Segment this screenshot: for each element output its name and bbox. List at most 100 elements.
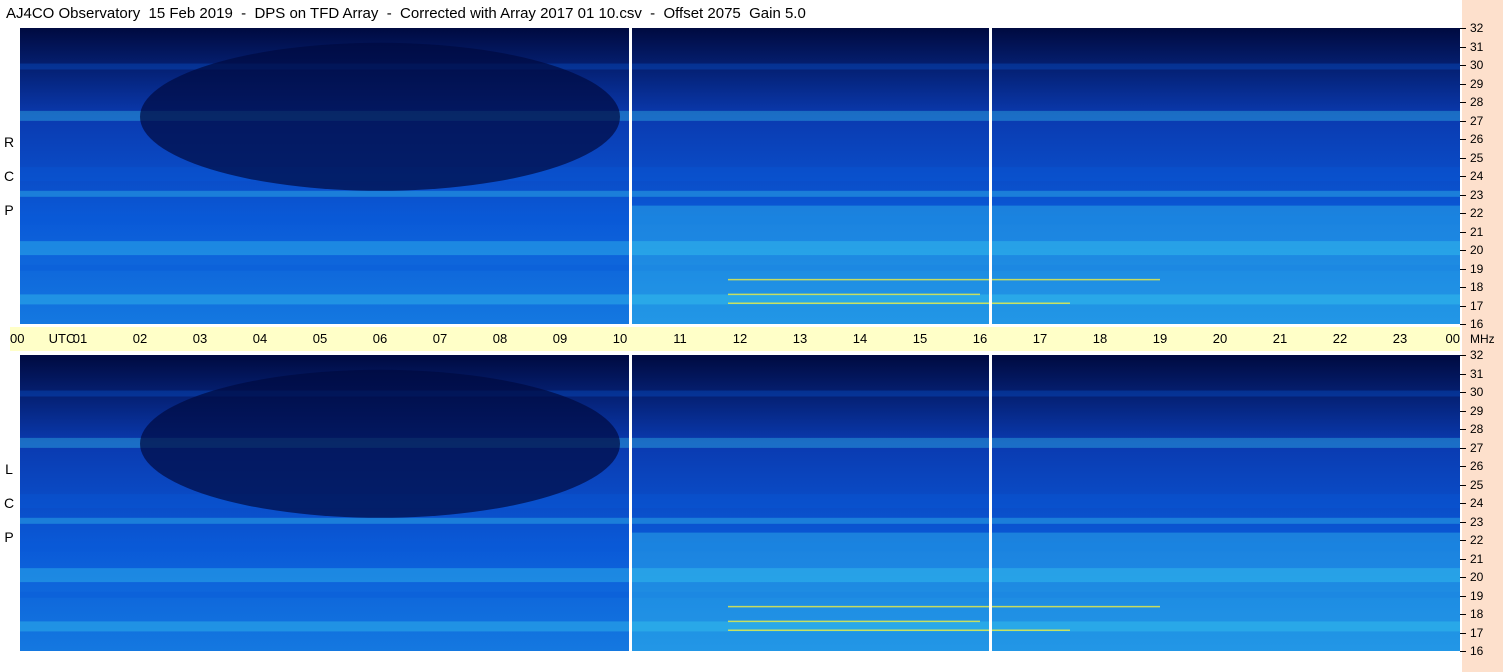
frequency-tick-label: 22 <box>1470 533 1484 547</box>
utc-tick-label: 08 <box>492 331 508 346</box>
lcp-spectrogram <box>20 355 1460 651</box>
frequency-tick-label: 31 <box>1470 366 1484 381</box>
frequency-tick-label: 18 <box>1470 607 1484 621</box>
chart-title: AJ4CO Observatory 15 Feb 2019 - DPS on T… <box>6 5 806 22</box>
spectrogram-svg <box>20 355 1460 651</box>
frequency-tick-mark <box>1460 268 1466 270</box>
frequency-tick-mark <box>1460 287 1466 288</box>
data-gap-marker <box>629 28 632 324</box>
frequency-tick-label: 32 <box>1470 21 1484 35</box>
utc-unit-label: UTC <box>48 331 76 346</box>
utc-tick-label: 02 <box>132 331 148 346</box>
panel-label-r: R <box>3 134 15 150</box>
frequency-tick-mark <box>1460 231 1466 233</box>
frequency-tick-mark <box>1460 540 1466 541</box>
frequency-tick-label: 22 <box>1470 206 1484 220</box>
utc-time-axis: 00 01 02 03 04 05 06 07 08 09 10 11 12 13 14 15 16 17 18 19… <box>10 327 1460 351</box>
frequency-tick-label: 21 <box>1470 224 1484 239</box>
utc-tick-label: 03 <box>192 331 208 346</box>
utc-tick-label: 18 <box>1092 331 1108 346</box>
utc-tick-label: 14 <box>852 331 868 346</box>
frequency-tick-mark <box>1460 614 1466 615</box>
frequency-tick-label: 28 <box>1470 95 1484 109</box>
frequency-tick-mark <box>1460 651 1466 652</box>
frequency-tick-label: 19 <box>1470 261 1484 276</box>
utc-tick-label: 21 <box>1272 331 1288 346</box>
night-dark-region <box>140 369 620 518</box>
frequency-tick-label: 24 <box>1470 169 1484 183</box>
frequency-tick-mark <box>1460 410 1466 412</box>
frequency-tick-mark <box>1460 28 1466 29</box>
frequency-tick-label: 30 <box>1470 385 1484 399</box>
frequency-tick-mark <box>1460 213 1466 214</box>
panel-label-c2: C <box>3 495 15 511</box>
frequency-tick-mark <box>1460 503 1466 504</box>
frequency-tick-label: 17 <box>1470 298 1484 313</box>
frequency-tick-label: 16 <box>1470 317 1484 331</box>
frequency-tick-label: 20 <box>1470 570 1484 584</box>
frequency-tick-label: 26 <box>1470 132 1484 146</box>
spectrogram-svg <box>20 28 1460 324</box>
frequency-tick-label: 27 <box>1470 113 1484 128</box>
frequency-tick-label: 29 <box>1470 403 1484 418</box>
frequency-tick-mark <box>1460 65 1466 66</box>
utc-tick-label: 17 <box>1032 331 1048 346</box>
utc-tick-label: 00 <box>10 331 25 346</box>
utc-tick-label: 19 <box>1152 331 1168 346</box>
utc-tick-label: 20 <box>1212 331 1228 346</box>
frequency-tick-label: 17 <box>1470 625 1484 640</box>
frequency-tick-mark <box>1460 176 1466 177</box>
utc-tick-label: 12 <box>732 331 748 346</box>
frequency-tick-mark <box>1460 157 1466 159</box>
frequency-tick-mark <box>1460 305 1466 307</box>
frequency-tick-label: 18 <box>1470 280 1484 294</box>
mhz-unit-label: MHz <box>1470 332 1495 346</box>
utc-tick-label: 06 <box>372 331 388 346</box>
frequency-tick-mark <box>1460 447 1466 449</box>
frequency-tick-label: 24 <box>1470 496 1484 510</box>
frequency-tick-label: 23 <box>1470 187 1484 202</box>
utc-tick-label: 05 <box>312 331 328 346</box>
day-bright-region <box>632 205 1460 324</box>
utc-tick-label: 15 <box>912 331 928 346</box>
frequency-tick-label: 32 <box>1470 348 1484 362</box>
frequency-tick-mark <box>1460 324 1466 325</box>
frequency-tick-mark <box>1460 139 1466 140</box>
rcp-spectrogram <box>20 28 1460 324</box>
frequency-tick-label: 21 <box>1470 551 1484 566</box>
frequency-tick-mark <box>1460 194 1466 196</box>
data-gap-marker <box>989 28 992 324</box>
frequency-tick-mark <box>1460 521 1466 523</box>
panel-label-p: P <box>4 202 14 218</box>
frequency-tick-mark <box>1460 355 1466 356</box>
utc-tick-label: 07 <box>432 331 448 346</box>
frequency-tick-mark <box>1460 120 1466 122</box>
panel-label-l: L <box>5 461 13 477</box>
utc-tick-label: 13 <box>792 331 808 346</box>
utc-tick-label: 10 <box>612 331 628 346</box>
frequency-tick-mark <box>1460 484 1466 486</box>
spectral-band <box>20 190 1460 197</box>
frequency-tick-label: 25 <box>1470 150 1484 165</box>
data-gap-marker <box>989 355 992 651</box>
panel-label-c: C <box>3 168 15 184</box>
frequency-tick-label: 26 <box>1470 459 1484 473</box>
utc-tick-label: 16 <box>972 331 988 346</box>
night-dark-region <box>140 42 620 191</box>
day-bright-region <box>632 532 1460 651</box>
frequency-tick-mark <box>1460 429 1466 430</box>
frequency-tick-mark <box>1460 577 1466 578</box>
frequency-tick-mark <box>1460 46 1466 48</box>
frequency-tick-label: 30 <box>1470 58 1484 72</box>
frequency-tick-mark <box>1460 102 1466 103</box>
utc-tick-label: 22 <box>1332 331 1348 346</box>
frequency-tick-label: 16 <box>1470 644 1484 658</box>
frequency-tick-mark <box>1460 595 1466 597</box>
utc-tick-label: 11 <box>673 331 687 346</box>
frequency-tick-label: 27 <box>1470 440 1484 455</box>
utc-tick-label: 00 <box>1445 331 1460 346</box>
utc-tick-label: 23 <box>1392 331 1408 346</box>
frequency-tick-label: 20 <box>1470 243 1484 257</box>
frequency-tick-label: 25 <box>1470 477 1484 492</box>
frequency-tick-label: 19 <box>1470 588 1484 603</box>
